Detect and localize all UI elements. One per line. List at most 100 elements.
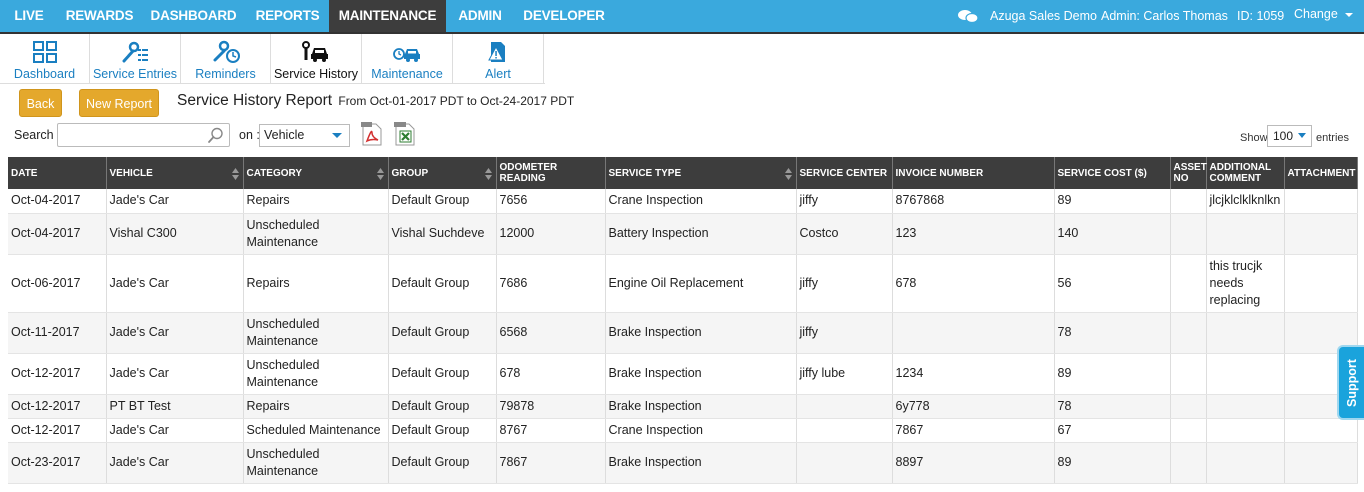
table-cell: Crane Inspection <box>605 189 797 214</box>
search-field-select[interactable]: Vehicle <box>259 124 350 147</box>
top-nav: LIVE REWARDS DASHBOARD REPORTS MAINTENAN… <box>0 0 1364 32</box>
nav-live[interactable]: LIVE <box>0 0 58 32</box>
search-icon[interactable] <box>207 127 224 144</box>
table-cell: 123 <box>892 213 1055 255</box>
column-header[interactable]: DATE <box>8 157 107 189</box>
table-cell: Vishal C300 <box>106 213 244 255</box>
table-cell: Oct-23-2017 <box>8 442 107 484</box>
column-header-label: CATEGORY <box>246 167 303 179</box>
back-button[interactable]: Back <box>19 89 62 117</box>
table-cell: Jade's Car <box>106 353 244 395</box>
column-header[interactable]: ODOMETER READING <box>496 157 606 189</box>
table-cell <box>1170 312 1207 354</box>
table-cell: 678 <box>496 353 606 395</box>
table-cell <box>892 312 1055 354</box>
table-cell: 7867 <box>892 418 1055 443</box>
table-cell: Default Group <box>388 254 497 313</box>
table-row[interactable]: Oct-11-2017 Jade's Car Unscheduled Mainten… <box>8 312 1358 354</box>
table-cell: 1234 <box>892 353 1055 395</box>
new-report-button[interactable]: New Report <box>79 89 159 117</box>
toolbar-label: Service Entries <box>92 67 178 81</box>
toolbar-label: Alert <box>485 67 511 81</box>
table-row[interactable]: Oct-12-2017 PT BT Test Repairs Default Grou… <box>8 394 1358 419</box>
column-header[interactable]: ATTACHMENT <box>1284 157 1358 189</box>
toolbar-service-entries[interactable]: Service Entries <box>90 34 181 84</box>
table-cell: Oct-12-2017 <box>8 353 107 395</box>
table-cell: Jade's Car <box>106 418 244 443</box>
table-row[interactable]: Oct-12-2017 Jade's Car Unscheduled Mainten… <box>8 353 1358 395</box>
table-cell: Brake Inspection <box>605 442 797 484</box>
toolbar-dashboard[interactable]: Dashboard <box>0 34 90 84</box>
column-header[interactable]: ASSET NO <box>1170 157 1207 189</box>
nav-reports[interactable]: REPORTS <box>246 0 329 32</box>
nav-developer[interactable]: DEVELOPER <box>514 0 614 32</box>
column-header[interactable]: INVOICE NUMBER <box>892 157 1055 189</box>
column-header[interactable]: CATEGORY <box>243 157 389 189</box>
column-header[interactable]: SERVICE CENTER <box>796 157 893 189</box>
change-dropdown[interactable]: Change <box>1294 0 1354 30</box>
column-header[interactable]: VEHICLE <box>106 157 244 189</box>
column-header[interactable]: ADDITIONAL COMMENT <box>1206 157 1285 189</box>
account-name: Azuga Sales Demo <box>990 9 1098 23</box>
table-cell: 12000 <box>496 213 606 255</box>
toolbar-reminders[interactable]: Reminders <box>181 34 271 84</box>
report-title-text: Service History Report <box>177 92 333 109</box>
table-row[interactable]: Oct-12-2017 Jade's Car Scheduled Maintenan… <box>8 418 1358 443</box>
page-size-select[interactable]: 100 <box>1267 125 1312 147</box>
nav-dashboard[interactable]: DASHBOARD <box>141 0 246 32</box>
table-cell: Oct-12-2017 <box>8 394 107 419</box>
column-header-label: ADDITIONAL COMMENT <box>1209 162 1271 184</box>
table-cell: 6y778 <box>892 394 1055 419</box>
caret-down-icon <box>1345 12 1354 17</box>
column-header-label: SERVICE TYPE <box>608 167 682 179</box>
table-cell <box>1206 213 1285 255</box>
nav-maintenance[interactable]: MAINTENANCE <box>329 0 446 32</box>
table-cell <box>796 418 893 443</box>
excel-export-icon[interactable] <box>393 121 417 147</box>
service-history-table: DATE VEHICLE CATEGORY GROUP ODOMETER READING… <box>8 157 1358 484</box>
column-header[interactable]: GROUP <box>388 157 497 189</box>
table-cell: 8767 <box>496 418 606 443</box>
column-header[interactable]: SERVICE TYPE <box>605 157 797 189</box>
column-header-label: ATTACHMENT <box>1287 167 1356 179</box>
column-header[interactable]: SERVICE COST ($) <box>1054 157 1171 189</box>
wrench-clock-icon <box>213 40 240 63</box>
table-cell: Repairs <box>243 394 389 419</box>
chevron-down-icon <box>1298 133 1306 138</box>
toolbar-alert[interactable]: Alert <box>453 34 544 84</box>
chat-icon[interactable] <box>957 8 979 24</box>
table-row[interactable]: Oct-06-2017 Jade's Car Repairs Default Grou… <box>8 254 1358 313</box>
table-cell <box>1170 213 1207 255</box>
table-cell <box>1206 312 1285 354</box>
sort-icon[interactable] <box>231 168 239 180</box>
column-header-label: VEHICLE <box>109 167 153 179</box>
show-label: Show <box>1240 132 1268 144</box>
table-row[interactable]: Oct-04-2017 Jade's Car Repairs Default Grou… <box>8 189 1358 214</box>
table-cell: Jade's Car <box>106 312 244 354</box>
table-cell: 89 <box>1054 353 1171 395</box>
nav-admin[interactable]: ADMIN <box>446 0 514 32</box>
search-input[interactable] <box>57 123 230 147</box>
toolbar-maintenance[interactable]: Maintenance <box>362 34 453 84</box>
table-row[interactable]: Oct-23-2017 Jade's Car Unscheduled Mainten… <box>8 442 1358 484</box>
sort-icon[interactable] <box>784 168 792 180</box>
sort-icon[interactable] <box>484 168 492 180</box>
entries-label: entries <box>1316 132 1350 144</box>
table-cell: Vishal Suchdeve <box>388 213 497 255</box>
support-tab[interactable]: Support <box>1337 345 1364 420</box>
toolbar-service-history[interactable]: Service History <box>271 34 362 84</box>
table-cell <box>1206 418 1285 443</box>
sort-icon[interactable] <box>376 168 384 180</box>
column-header-label: GROUP <box>391 167 429 179</box>
table-cell: 6568 <box>496 312 606 354</box>
toolbar-label: Maintenance <box>371 67 443 81</box>
nav-rewards[interactable]: REWARDS <box>58 0 141 32</box>
table-row[interactable]: Oct-04-2017 Vishal C300 Unscheduled Mainte… <box>8 213 1358 255</box>
table-cell: Default Group <box>388 189 497 214</box>
table-cell: Default Group <box>388 394 497 419</box>
table-cell <box>1170 418 1207 443</box>
table-cell: Unscheduled Maintenance <box>243 353 389 395</box>
table-cell <box>796 394 893 419</box>
pdf-export-icon[interactable] <box>360 121 384 147</box>
table-cell: Scheduled Maintenance <box>243 418 389 443</box>
